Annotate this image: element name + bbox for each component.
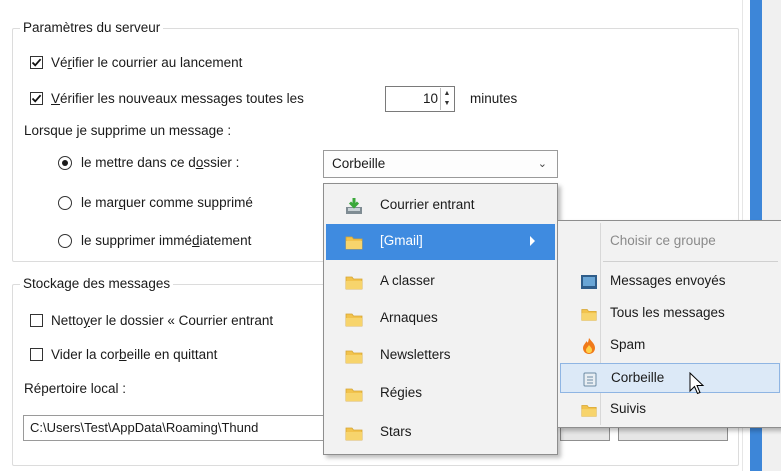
interval-unit-label: minutes xyxy=(470,91,518,106)
gmail-submenu: Choisir ce groupe Messages envoyés Tous … xyxy=(557,220,781,428)
menu-item-newsletters[interactable]: Newsletters xyxy=(326,338,555,374)
check-on-launch-row[interactable]: Vérifier le courrier au lancement xyxy=(30,55,242,70)
local-dir-input[interactable]: C:\Users\Test\AppData\Roaming\Thund xyxy=(23,415,333,441)
submenu-separator xyxy=(603,261,778,262)
chevron-down-icon: ⌄ xyxy=(537,158,547,170)
local-dir-label: Répertoire local : xyxy=(24,381,127,396)
check-on-launch-checkbox[interactable] xyxy=(30,56,43,69)
menu-item-stars[interactable]: Stars xyxy=(326,415,555,451)
radio-mark-deleted[interactable] xyxy=(58,195,72,210)
submenu-item-corbeille[interactable]: Corbeille xyxy=(560,363,780,393)
submenu-choose-group[interactable]: Choisir ce groupe xyxy=(560,227,780,257)
radio-delete-immediately[interactable] xyxy=(58,233,72,248)
menu-item-regies[interactable]: Régies xyxy=(326,376,555,412)
storage-legend: Stockage des messages xyxy=(20,276,174,291)
empty-trash-row[interactable]: Vider la corbeille en quittant xyxy=(30,347,217,362)
menu-item-a-classer[interactable]: A classer xyxy=(326,264,555,300)
radio-mark-deleted-label: le marquer comme supprimé xyxy=(81,195,253,210)
empty-trash-checkbox[interactable] xyxy=(30,348,43,361)
spinner-arrows[interactable]: ▲ ▼ xyxy=(440,88,453,110)
spin-down-icon[interactable]: ▼ xyxy=(441,98,453,108)
folder-icon xyxy=(345,350,363,364)
submenu-item-spam[interactable]: Spam xyxy=(560,331,780,361)
server-settings-legend: Paramètres du serveur xyxy=(20,20,164,35)
radio-mark-deleted-row[interactable]: le marquer comme supprimé xyxy=(58,195,253,210)
menu-item-courrier-entrant[interactable]: Courrier entrant xyxy=(326,188,555,224)
trash-icon xyxy=(583,372,597,387)
submenu-item-suivis[interactable]: Suivis xyxy=(560,395,780,425)
folder-select-value: Corbeille xyxy=(332,156,386,171)
check-new-messages-row[interactable]: Vérifier les nouveaux messages toutes le… xyxy=(30,91,304,106)
folder-icon xyxy=(345,236,363,250)
radio-move-to-folder[interactable] xyxy=(58,155,72,170)
interval-value: 10 xyxy=(422,91,438,106)
submenu-arrow-icon xyxy=(530,236,535,246)
radio-delete-immediately-row[interactable]: le supprimer immédiatement xyxy=(58,233,251,248)
folder-icon xyxy=(581,405,597,417)
delete-behavior-label: Lorsque je supprime un message : xyxy=(24,123,232,138)
submenu-item-messages-envoyes[interactable]: Messages envoyés xyxy=(560,267,780,297)
folder-dropdown-menu: Courrier entrant [Gmail] A classer Arnaq… xyxy=(323,183,558,455)
menu-item-arnaques[interactable]: Arnaques xyxy=(326,301,555,337)
compact-inbox-row[interactable]: Nettoyer le dossier « Courrier entrant xyxy=(30,313,273,328)
folder-icon xyxy=(345,427,363,441)
radio-delete-immediately-label: le supprimer immédiatement xyxy=(81,233,252,248)
folder-icon xyxy=(345,276,363,290)
check-on-launch-label: Vérifier le courrier au lancement xyxy=(51,55,243,70)
check-new-messages-checkbox[interactable] xyxy=(30,92,43,105)
folder-icon xyxy=(581,309,597,321)
radio-move-to-folder-row[interactable]: le mettre dans ce dossier : xyxy=(58,155,239,170)
compact-inbox-label: Nettoyer le dossier « Courrier entrant xyxy=(51,313,274,328)
sent-icon xyxy=(581,275,597,289)
menu-item-gmail[interactable]: [Gmail] xyxy=(326,224,555,260)
radio-move-to-folder-label: le mettre dans ce dossier : xyxy=(81,155,240,170)
mouse-cursor-icon xyxy=(689,372,705,395)
folder-icon xyxy=(345,388,363,402)
folder-icon xyxy=(345,313,363,327)
spin-up-icon[interactable]: ▲ xyxy=(441,88,453,98)
inbox-download-icon xyxy=(346,198,362,214)
interval-spinner[interactable]: 10 ▲ ▼ xyxy=(385,86,455,112)
empty-trash-label: Vider la corbeille en quittant xyxy=(51,347,218,362)
check-new-messages-label: Vérifier les nouveaux messages toutes le… xyxy=(51,91,304,106)
folder-select[interactable]: Corbeille ⌄ xyxy=(323,150,558,178)
submenu-item-tous-les-messages[interactable]: Tous les messages xyxy=(560,299,780,329)
compact-inbox-checkbox[interactable] xyxy=(30,314,43,327)
spam-flame-icon xyxy=(583,338,595,354)
